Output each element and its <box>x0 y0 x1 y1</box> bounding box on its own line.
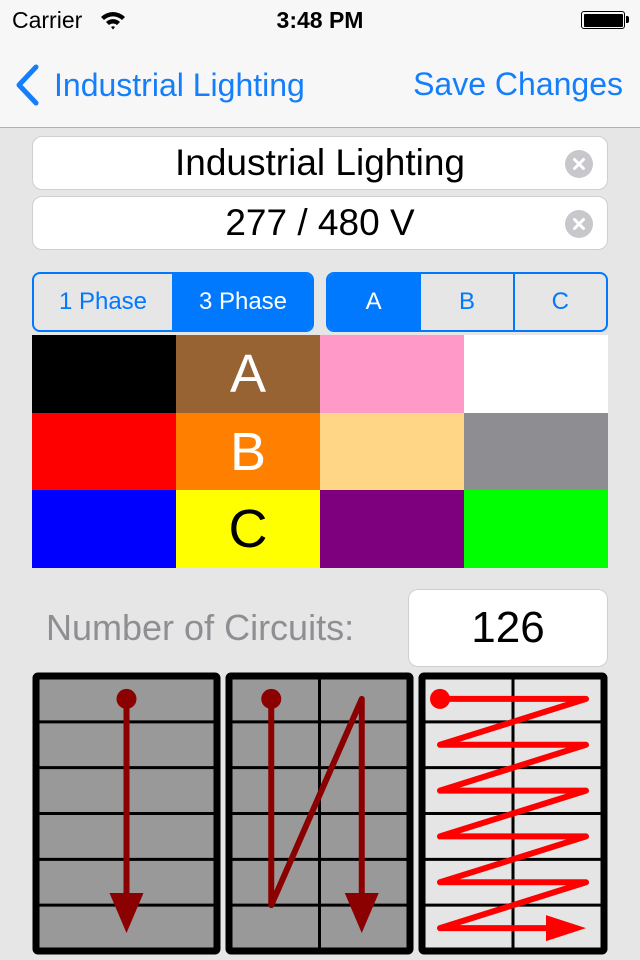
back-button[interactable]: Industrial Lighting <box>14 64 305 106</box>
color-swatch-green[interactable] <box>464 490 608 568</box>
clock: 3:48 PM <box>276 7 364 33</box>
battery-tip <box>626 16 629 23</box>
leg-segmented-control: A B C <box>326 272 608 332</box>
navigation-bar: Industrial Lighting Save Changes <box>0 40 640 128</box>
layout-option-two-column-down[interactable] <box>225 672 414 955</box>
circuits-field-container <box>408 589 608 667</box>
segment-leg-b[interactable]: B <box>421 274 515 330</box>
segment-3-phase[interactable]: 3 Phase <box>174 274 312 330</box>
voltage-field-container <box>32 196 608 250</box>
circuits-input[interactable] <box>409 590 607 666</box>
clear-circle-icon <box>573 218 585 230</box>
save-changes-button[interactable]: Save Changes <box>413 66 623 103</box>
color-swatch-red[interactable] <box>32 413 176 490</box>
segment-leg-c[interactable]: C <box>515 274 606 330</box>
segment-1-phase[interactable]: 1 Phase <box>34 274 174 330</box>
panel-name-input[interactable] <box>33 137 607 189</box>
back-button-label: Industrial Lighting <box>54 66 305 103</box>
color-swatch-pink[interactable] <box>320 335 464 413</box>
voltage-input[interactable] <box>33 197 607 249</box>
color-swatch-yellow[interactable]: C <box>176 490 320 568</box>
swatch-phase-label: C <box>228 499 268 559</box>
wire-color-grid: ABC <box>32 335 608 568</box>
clear-circle-icon <box>573 158 585 170</box>
swatch-phase-label: B <box>229 421 267 482</box>
color-swatch-orange[interactable]: B <box>176 413 320 490</box>
phase-segmented-control: 1 Phase 3 Phase <box>32 272 314 332</box>
color-swatch-gray[interactable] <box>464 413 608 490</box>
layout-option-two-column-zigzag[interactable] <box>418 672 608 955</box>
color-swatch-white[interactable] <box>464 335 608 413</box>
chevron-left-icon <box>16 64 39 106</box>
swatch-phase-label: A <box>229 344 267 404</box>
color-swatch-blue[interactable] <box>32 490 176 568</box>
segment-leg-a[interactable]: A <box>328 274 422 330</box>
color-swatch-tan[interactable] <box>320 413 464 490</box>
color-swatch-brown[interactable]: A <box>176 335 320 413</box>
layout-option-single-column[interactable] <box>32 672 221 955</box>
color-swatch-black[interactable] <box>32 335 176 413</box>
status-bar: Carrier 3:48 PM <box>0 0 640 40</box>
circuits-label: Number of Circuits: <box>46 607 355 648</box>
clear-voltage-button[interactable] <box>565 210 593 238</box>
panel-name-field-container <box>32 136 608 190</box>
color-swatch-purple[interactable] <box>320 490 464 568</box>
battery-icon <box>581 11 625 29</box>
clear-name-button[interactable] <box>565 150 593 178</box>
